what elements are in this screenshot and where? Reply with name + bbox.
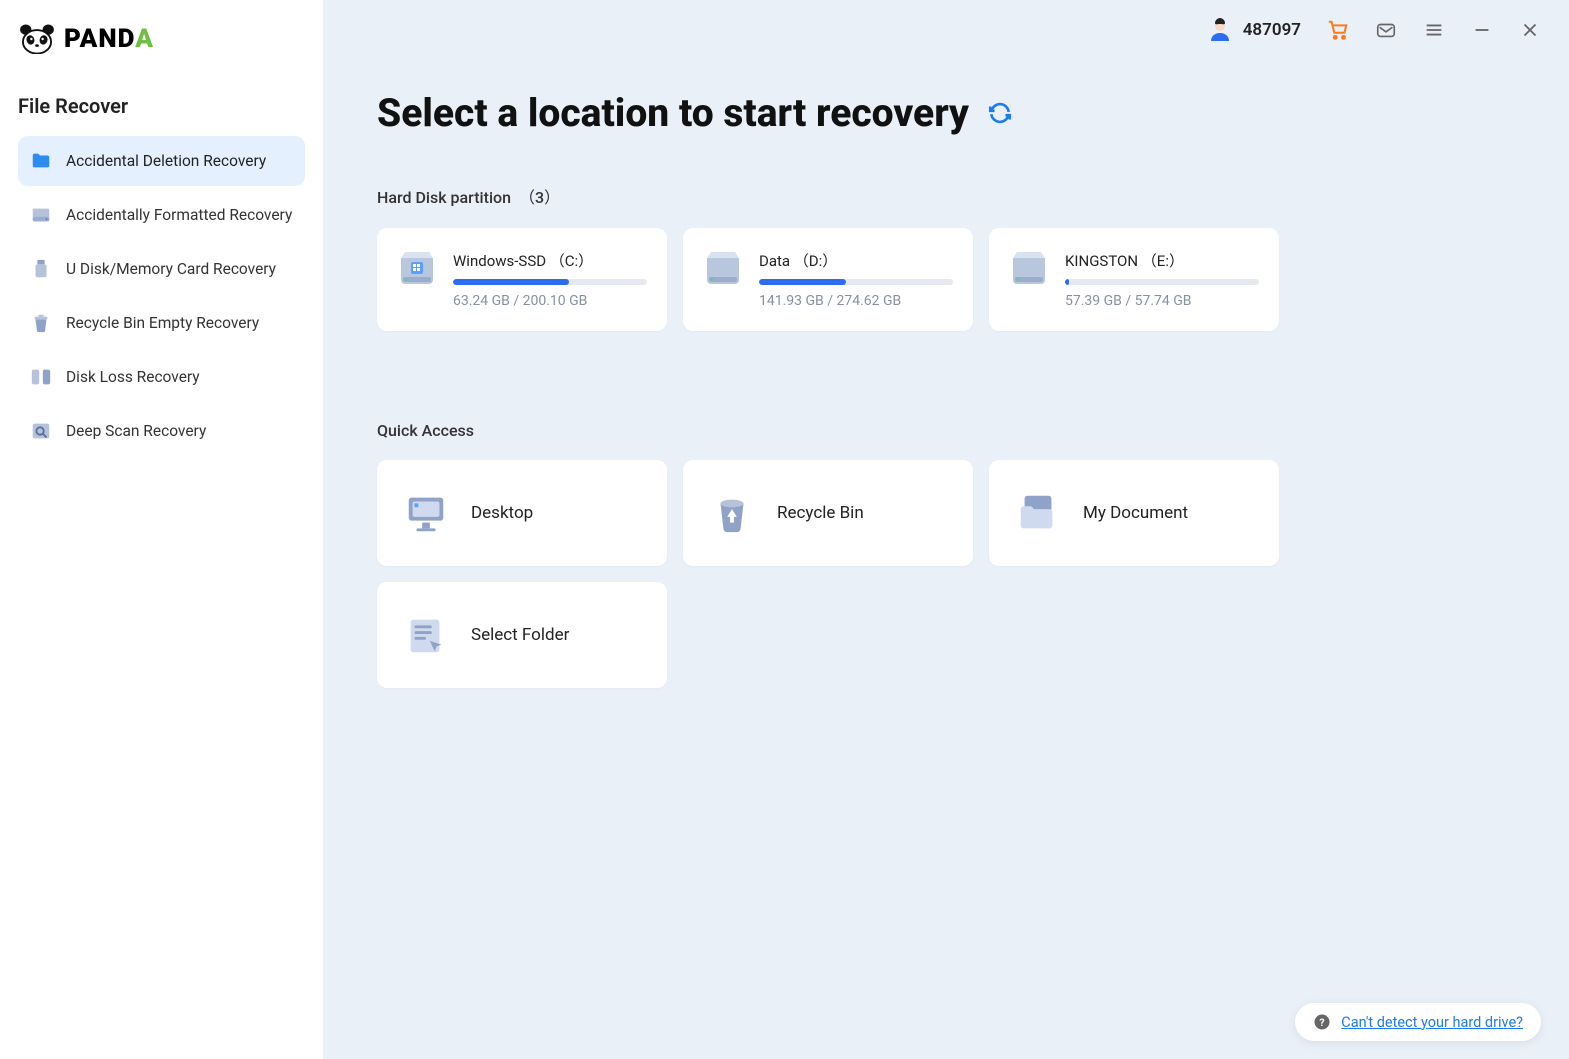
topbar: 487097: [323, 0, 1569, 60]
cart-icon[interactable]: [1327, 19, 1349, 41]
quick-card-selectfolder[interactable]: Select Folder: [377, 582, 667, 688]
sidebar-section-title: File Recover: [18, 84, 305, 136]
folders-icon: [1015, 490, 1061, 536]
close-icon[interactable]: [1519, 19, 1541, 41]
logo-text: PANDA: [64, 24, 154, 54]
svg-text:?: ?: [1320, 1016, 1325, 1029]
quick-card-folders[interactable]: My Document: [989, 460, 1279, 566]
quick-card-recyclebin[interactable]: Recycle Bin: [683, 460, 973, 566]
quick-label: My Document: [1083, 503, 1188, 523]
avatar-icon: [1207, 17, 1233, 43]
sidebar-item-label: Disk Loss Recovery: [66, 368, 200, 386]
mail-icon[interactable]: [1375, 19, 1397, 41]
user-id: 487097: [1243, 20, 1301, 40]
quick-access-cards: Desktop Recycle Bin My Document Select F…: [377, 460, 1515, 688]
minimize-icon[interactable]: [1471, 19, 1493, 41]
disks-icon: [30, 366, 52, 388]
disk-name: KINGSTON （E:）: [1065, 250, 1259, 271]
refresh-icon[interactable]: [987, 100, 1013, 126]
sidebar-menu: Accidental Deletion Recovery Accidentall…: [18, 136, 305, 456]
content: Select a location to start recovery Hard…: [323, 60, 1569, 1059]
app-logo: PANDA: [18, 20, 305, 84]
trash-icon: [30, 312, 52, 334]
quick-card-desktop[interactable]: Desktop: [377, 460, 667, 566]
sidebar-item-label: Accidentally Formatted Recovery: [66, 206, 292, 224]
selectfolder-icon: [403, 612, 449, 658]
sidebar-item-label: Accidental Deletion Recovery: [66, 152, 266, 170]
menu-icon[interactable]: [1423, 19, 1445, 41]
help-icon: ?: [1313, 1013, 1331, 1031]
hdd-icon: [30, 204, 52, 226]
desktop-icon: [403, 490, 449, 536]
partition-card-2[interactable]: KINGSTON （E:） 57.39 GB / 57.74 GB: [989, 228, 1279, 331]
disk-size: 141.93 GB / 274.62 GB: [759, 293, 953, 309]
sidebar-item-label: U Disk/Memory Card Recovery: [66, 260, 276, 278]
partition-card-0[interactable]: Windows-SSD （C:） 63.24 GB / 200.10 GB: [377, 228, 667, 331]
disk-usage-bar: [453, 279, 647, 285]
quick-access-heading: Quick Access: [377, 421, 1515, 440]
quick-label: Select Folder: [471, 625, 569, 645]
sidebar-item-1[interactable]: Accidentally Formatted Recovery: [18, 190, 305, 240]
disk-icon: [703, 250, 743, 292]
scan-icon: [30, 420, 52, 442]
sidebar-item-label: Recycle Bin Empty Recovery: [66, 314, 259, 332]
page-title: Select a location to start recovery: [377, 90, 969, 136]
disk-usage-bar: [1065, 279, 1259, 285]
sidebar-item-label: Deep Scan Recovery: [66, 422, 206, 440]
disk-name: Data （D:）: [759, 250, 953, 271]
sidebar-item-5[interactable]: Deep Scan Recovery: [18, 406, 305, 456]
partitions-heading: Hard Disk partition（3）: [377, 184, 1515, 208]
help-link-text[interactable]: Can't detect your hard drive?: [1341, 1014, 1523, 1031]
disk-icon: [397, 250, 437, 292]
quick-label: Desktop: [471, 503, 533, 523]
disk-size: 63.24 GB / 200.10 GB: [453, 293, 647, 309]
user-account[interactable]: 487097: [1207, 17, 1301, 43]
recyclebin-icon: [709, 490, 755, 536]
disk-name: Windows-SSD （C:）: [453, 250, 647, 271]
partition-card-1[interactable]: Data （D:） 141.93 GB / 274.62 GB: [683, 228, 973, 331]
disk-size: 57.39 GB / 57.74 GB: [1065, 293, 1259, 309]
sidebar-item-0[interactable]: Accidental Deletion Recovery: [18, 136, 305, 186]
help-link[interactable]: ? Can't detect your hard drive?: [1295, 1003, 1541, 1041]
quick-label: Recycle Bin: [777, 503, 864, 523]
panda-icon: [18, 24, 56, 54]
disk-icon: [1009, 250, 1049, 292]
sidebar-item-3[interactable]: Recycle Bin Empty Recovery: [18, 298, 305, 348]
partition-cards: Windows-SSD （C:） 63.24 GB / 200.10 GB Da…: [377, 228, 1515, 331]
main-panel: 487097 Select a location to start recove…: [323, 0, 1569, 1059]
disk-usage-bar: [759, 279, 953, 285]
sidebar-item-2[interactable]: U Disk/Memory Card Recovery: [18, 244, 305, 294]
folder-icon: [30, 150, 52, 172]
usb-icon: [30, 258, 52, 280]
sidebar: PANDA File Recover Accidental Deletion R…: [0, 0, 323, 1059]
sidebar-item-4[interactable]: Disk Loss Recovery: [18, 352, 305, 402]
